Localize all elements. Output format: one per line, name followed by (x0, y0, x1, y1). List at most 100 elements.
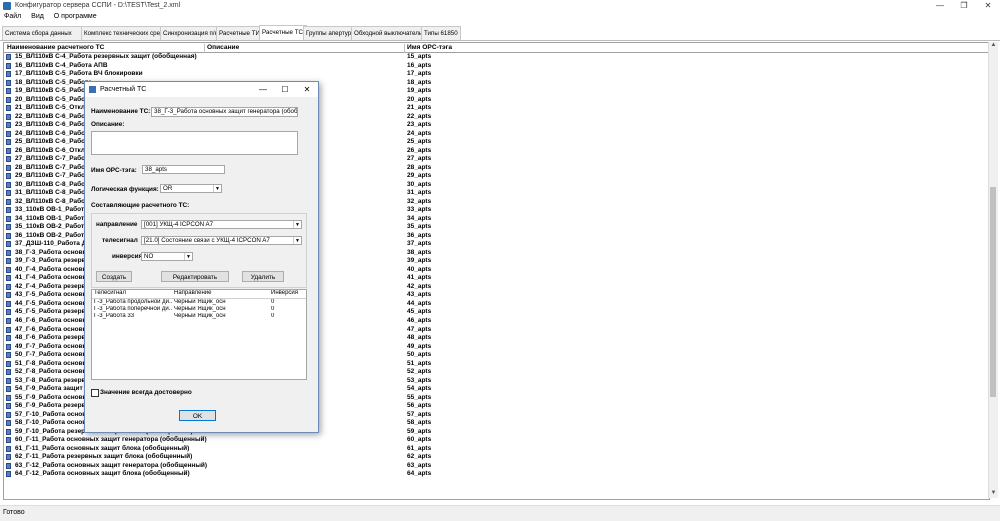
scroll-down-icon[interactable]: ▼ (989, 490, 998, 498)
item-icon (6, 352, 11, 359)
column-divider (204, 44, 205, 53)
components-label: Составляющие расчетного ТС: (91, 202, 190, 209)
table-row[interactable]: 15_ВЛ110кВ С-4_Работа резервных защит (о… (4, 53, 989, 62)
row-opc-tag: 46_apts (407, 316, 432, 324)
telesignal-label: телесигнал (102, 237, 138, 244)
list-item-signal: Г-3_Работа 33 (94, 313, 135, 319)
row-opc-tag: 57_apts (407, 410, 432, 418)
row-name: 61_Г-11_Работа основных защит блока (обо… (15, 444, 190, 452)
column-header-direction[interactable]: Направление (174, 290, 264, 296)
table-row[interactable]: 17_ВЛ110кВ С-5_Работа ВЧ блокировки 17_ap… (4, 70, 989, 79)
table-row[interactable]: 16_ВЛ110кВ С-4_Работа АПВ 16_apts (4, 62, 989, 71)
item-icon (6, 343, 11, 350)
tab-bypass-switch[interactable]: Обходной выключатель (351, 26, 425, 40)
table-row[interactable]: 63_Г-12_Работа основных защит генератора… (4, 462, 989, 471)
row-opc-tag: 16_apts (407, 61, 432, 69)
row-name: 24_ВЛ110кВ С-6_Работ (15, 129, 89, 137)
tab-aperture-groups[interactable]: Группы апертур (303, 26, 355, 40)
grid-header: Наименование расчетного ТС Описание Имя … (4, 43, 989, 53)
table-row[interactable]: 64_Г-12_Работа основных защит блока (обо… (4, 470, 989, 479)
ok-button[interactable]: OK (179, 410, 216, 421)
item-icon (6, 300, 11, 307)
item-icon (6, 394, 11, 401)
table-row[interactable]: 62_Г-11_Работа резервных защит блока (об… (4, 453, 989, 462)
logic-function-select[interactable]: OR ▼ (160, 184, 222, 193)
dialog-maximize-icon[interactable]: ☐ (274, 82, 296, 97)
vertical-scrollbar[interactable]: ▲ ▼ (988, 42, 998, 498)
column-header-telesignal[interactable]: Телесигнал (94, 290, 170, 296)
column-header-opc-tag[interactable]: Имя OPC-тэга (407, 44, 452, 51)
row-name: 35_110кВ ОВ-2_Работа (15, 223, 88, 231)
create-button[interactable]: Создать (96, 271, 132, 282)
row-name: 34_110кВ ОВ-1_Работа (15, 214, 88, 222)
tab-calc-ti[interactable]: Расчетные ТИ (216, 26, 263, 40)
row-opc-tag: 48_apts (407, 334, 432, 342)
tab-sync[interactable]: Синхронизация п/к (160, 26, 220, 40)
minimize-icon[interactable]: — (928, 0, 952, 12)
row-opc-tag: 52_apts (407, 368, 432, 376)
row-opc-tag: 17_apts (407, 70, 432, 78)
menu-file[interactable]: Файл (0, 12, 25, 21)
delete-button[interactable]: Удалить (242, 271, 284, 282)
item-icon (6, 190, 11, 197)
dialog-controls: — ☐ ✕ (252, 82, 318, 97)
always-valid-checkbox[interactable] (91, 389, 99, 397)
row-opc-tag: 20_apts (407, 95, 432, 103)
item-icon (6, 369, 11, 376)
menu-about[interactable]: О программе (50, 12, 101, 21)
restore-icon[interactable]: ❐ (952, 0, 976, 12)
row-opc-tag: 31_apts (407, 189, 432, 197)
row-opc-tag: 29_apts (407, 172, 432, 180)
dialog-minimize-icon[interactable]: — (252, 82, 274, 97)
scroll-up-icon[interactable]: ▲ (989, 42, 998, 50)
tab-data-collection[interactable]: Система сбора данных (2, 26, 85, 40)
tab-calc-ts[interactable]: Расчетные ТС (259, 25, 307, 40)
status-bar: Готово (0, 505, 1000, 521)
item-icon (6, 317, 11, 324)
ts-name-input[interactable]: 38_Г-3_Работа основных защит генератора … (151, 107, 298, 117)
column-header-description[interactable]: Описание (207, 44, 239, 51)
item-icon (6, 335, 11, 342)
column-header-name[interactable]: Наименование расчетного ТС (7, 44, 104, 51)
close-icon[interactable]: ✕ (976, 0, 1000, 12)
dialog-title-bar: Расчетный ТС — ☐ ✕ (85, 82, 318, 97)
item-icon (6, 96, 11, 103)
direction-label: направление (96, 221, 138, 228)
direction-value: [001] УКЩ-4 ICPCON A7 (144, 221, 214, 228)
menu-view[interactable]: Вид (27, 12, 48, 21)
table-row[interactable]: 61_Г-11_Работа основных защит блока (обо… (4, 445, 989, 454)
list-item[interactable]: Г-3_Работа 33 Черный Ящик_осн 0 (92, 313, 306, 321)
row-opc-tag: 56_apts (407, 402, 432, 410)
tab-technical-complex[interactable]: Комплекс технических средств (81, 26, 173, 40)
list-item-inversion: 0 (271, 313, 275, 319)
chevron-down-icon: ▼ (293, 221, 301, 228)
opc-tag-label: Имя OPC-тэга: (91, 167, 137, 174)
item-icon (6, 156, 11, 163)
window-controls: — ❐ ✕ (928, 0, 1000, 12)
dialog-close-icon[interactable]: ✕ (296, 82, 318, 97)
row-name: 20_ВЛ110кВ С-5_Работа (15, 95, 92, 103)
row-name: 21_ВЛ110кВ С-5_Отклю (15, 104, 91, 112)
row-name: 18_ВЛ110кВ С-5_Работа (15, 78, 92, 86)
item-icon (6, 122, 11, 129)
opc-tag-input[interactable]: 38_apts (142, 165, 225, 174)
column-header-inversion[interactable]: Инверсия (271, 290, 304, 296)
row-opc-tag: 40_apts (407, 265, 432, 273)
row-name: 30_ВЛ110кВ С-8_Работ (15, 180, 89, 188)
description-input[interactable] (91, 131, 298, 155)
scrollbar-thumb[interactable] (990, 187, 996, 397)
row-opc-tag: 51_apts (407, 359, 432, 367)
table-row[interactable]: 60_Г-11_Работа основных защит генератора… (4, 436, 989, 445)
inversion-select[interactable]: NO ▼ (141, 252, 193, 261)
direction-select[interactable]: [001] УКЩ-4 ICPCON A7 ▼ (141, 220, 302, 229)
tab-types-61850[interactable]: Типы 61850 (421, 26, 461, 40)
item-icon (6, 292, 11, 299)
row-name: 36_110кВ ОВ-2_Работа (15, 231, 88, 239)
item-icon (6, 462, 11, 469)
telesignal-select[interactable]: [21.0] Состояние связи с УКЩ-4 ICPCON A7… (141, 236, 302, 245)
row-opc-tag: 60_apts (407, 436, 432, 444)
item-icon (6, 403, 11, 410)
item-icon (6, 454, 11, 461)
item-icon (6, 173, 11, 180)
edit-button[interactable]: Редактировать (161, 271, 229, 282)
